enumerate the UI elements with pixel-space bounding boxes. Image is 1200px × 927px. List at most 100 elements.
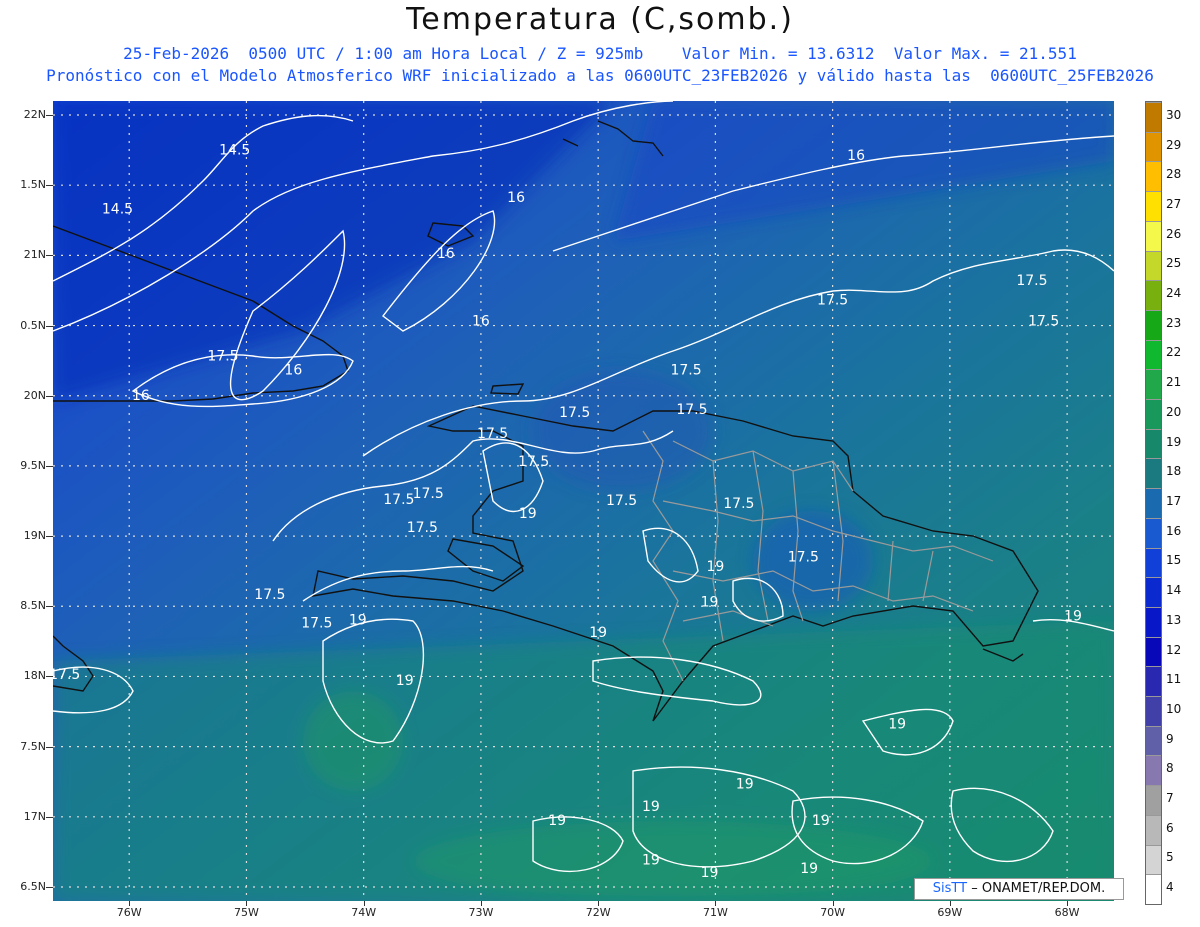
- longitude-tick: [832, 901, 834, 906]
- colorbar-swatch: [1146, 280, 1161, 310]
- latitude-tick: [46, 746, 53, 748]
- colorbar-label: 12: [1166, 642, 1182, 657]
- colorbar-label: 14: [1166, 583, 1182, 598]
- colorbar-label: 20: [1166, 404, 1182, 419]
- contour-label: 17.5: [254, 587, 285, 603]
- longitude-tick: [1067, 901, 1069, 906]
- longitude-label: 75W: [234, 906, 259, 919]
- colorbar-label: 17: [1166, 494, 1182, 508]
- latitude-label: 22N: [23, 108, 46, 122]
- colorbar-label: 8: [1166, 761, 1174, 776]
- longitude-label: 69W: [937, 906, 963, 919]
- latitude-label: 1.5N: [20, 178, 46, 192]
- contour-label: 19: [642, 853, 660, 869]
- colorbar-label: 4: [1166, 880, 1174, 895]
- contour-label: 17.5: [413, 486, 444, 502]
- latitude-label: 8.5N: [20, 599, 46, 613]
- contour-label: 19: [349, 613, 367, 629]
- latitude-label: 19N: [23, 529, 46, 543]
- contour-label: 17.5: [518, 454, 549, 470]
- longitude-tick: [246, 901, 248, 906]
- colorbar-swatch: [1146, 458, 1161, 489]
- model-info: Pronóstico con el Modelo Atmosferico WRF…: [46, 66, 1154, 85]
- colorbar-label: 15: [1166, 553, 1182, 568]
- colorbar-swatch: [1146, 250, 1161, 281]
- contour-label: 14.5: [219, 142, 250, 158]
- colorbar-label: 29: [1166, 137, 1182, 152]
- contour-label: 17.5: [53, 667, 80, 683]
- longitude-tick: [363, 901, 365, 906]
- colorbar-swatch: [1146, 666, 1161, 697]
- latitude-label: 21N: [23, 248, 46, 262]
- latitude-tick: [46, 115, 53, 117]
- colorbar-label: 28: [1166, 167, 1182, 182]
- contour-label: 19: [519, 506, 537, 522]
- longitude-label: 70W: [820, 906, 846, 919]
- longitude-tick: [598, 901, 600, 906]
- colorbar-swatch: [1146, 399, 1161, 429]
- contour-label: 17.5: [559, 405, 590, 421]
- contour-label: 19: [589, 625, 607, 641]
- credit-text: – ONAMET/REP.DOM.: [971, 881, 1106, 896]
- latitude-label: 6.5N: [20, 879, 46, 893]
- colorbar-label: 30: [1166, 107, 1182, 122]
- latitude-tick: [46, 606, 53, 608]
- colorbar-label: 10: [1166, 701, 1182, 716]
- contour-label: 16: [507, 190, 525, 206]
- colorbar-swatch: [1146, 814, 1161, 845]
- contour-label: 19: [396, 673, 414, 689]
- credit-box: SisTT – ONAMET/REP.DOM.: [914, 878, 1124, 900]
- contour-label: 14.5: [102, 201, 133, 217]
- contour-label: 19: [800, 861, 818, 877]
- contour-label: 19: [1064, 608, 1082, 624]
- contour-label: 17.5: [1016, 273, 1047, 289]
- contour-label: 19: [736, 777, 754, 793]
- colorbar-label: 26: [1166, 226, 1182, 241]
- colorbar-swatch: [1146, 755, 1161, 786]
- colorbar-label: 19: [1166, 434, 1182, 449]
- contour-label: 17.5: [817, 293, 848, 309]
- longitude-tick: [129, 901, 131, 906]
- colorbar-label: 13: [1166, 612, 1182, 627]
- contour-label: 17.5: [1028, 314, 1059, 330]
- contour-label: 19: [701, 865, 719, 881]
- contour-label: 17.5: [301, 615, 332, 631]
- longitude-label: 68W: [1054, 906, 1080, 919]
- colorbar-swatch: [1146, 606, 1161, 637]
- colorbar-label: 24: [1166, 286, 1182, 301]
- colorbar-swatch: [1146, 191, 1161, 221]
- map-title: Temperatura (C,somb.): [406, 2, 794, 37]
- contour-label: 16: [472, 314, 490, 330]
- colorbar-swatch: [1146, 309, 1161, 340]
- colorbar-swatch: [1146, 844, 1161, 875]
- colorbar-swatch: [1146, 785, 1161, 815]
- latitude-label: 20N: [23, 388, 46, 402]
- contour-label: 19: [812, 813, 830, 829]
- colorbar-label: 7: [1166, 791, 1174, 806]
- contour-label: 19: [642, 799, 660, 815]
- contour-label: 19: [548, 813, 566, 829]
- colorbar-label: 27: [1166, 196, 1182, 211]
- contour-label: 17.5: [383, 492, 414, 508]
- latitude-label: 0.5N: [20, 318, 46, 332]
- longitude-tick: [949, 901, 951, 906]
- longitude-label: 72W: [585, 906, 611, 919]
- contour-label: 16: [847, 148, 865, 164]
- contour-label: 17.5: [407, 520, 438, 536]
- contour-label: 16: [132, 388, 150, 404]
- temperature-map[interactable]: 14.5 14.5 16 16 16 16 16 16 17.5 17.5 17.5 17.5 17.5…: [53, 101, 1114, 901]
- colorbar-swatch: [1146, 102, 1161, 132]
- colorbar-label: 21: [1166, 375, 1182, 390]
- colorbar-swatch: [1146, 131, 1161, 162]
- valid-time-and-range: 25-Feb-2026 0500 UTC / 1:00 am Hora Loca…: [123, 44, 1077, 63]
- contour-label: 19: [706, 559, 724, 575]
- contour-label: 17.5: [670, 363, 701, 379]
- contour-label: 19: [888, 716, 906, 732]
- latitude-tick: [46, 325, 53, 327]
- colorbar-swatch: [1146, 547, 1161, 578]
- colorbar-label: 16: [1166, 523, 1182, 538]
- contour-label: 17.5: [477, 426, 508, 442]
- contour-label: 17.5: [606, 493, 637, 509]
- colorbar-label: 18: [1166, 464, 1182, 479]
- longitude-label: 71W: [702, 906, 728, 919]
